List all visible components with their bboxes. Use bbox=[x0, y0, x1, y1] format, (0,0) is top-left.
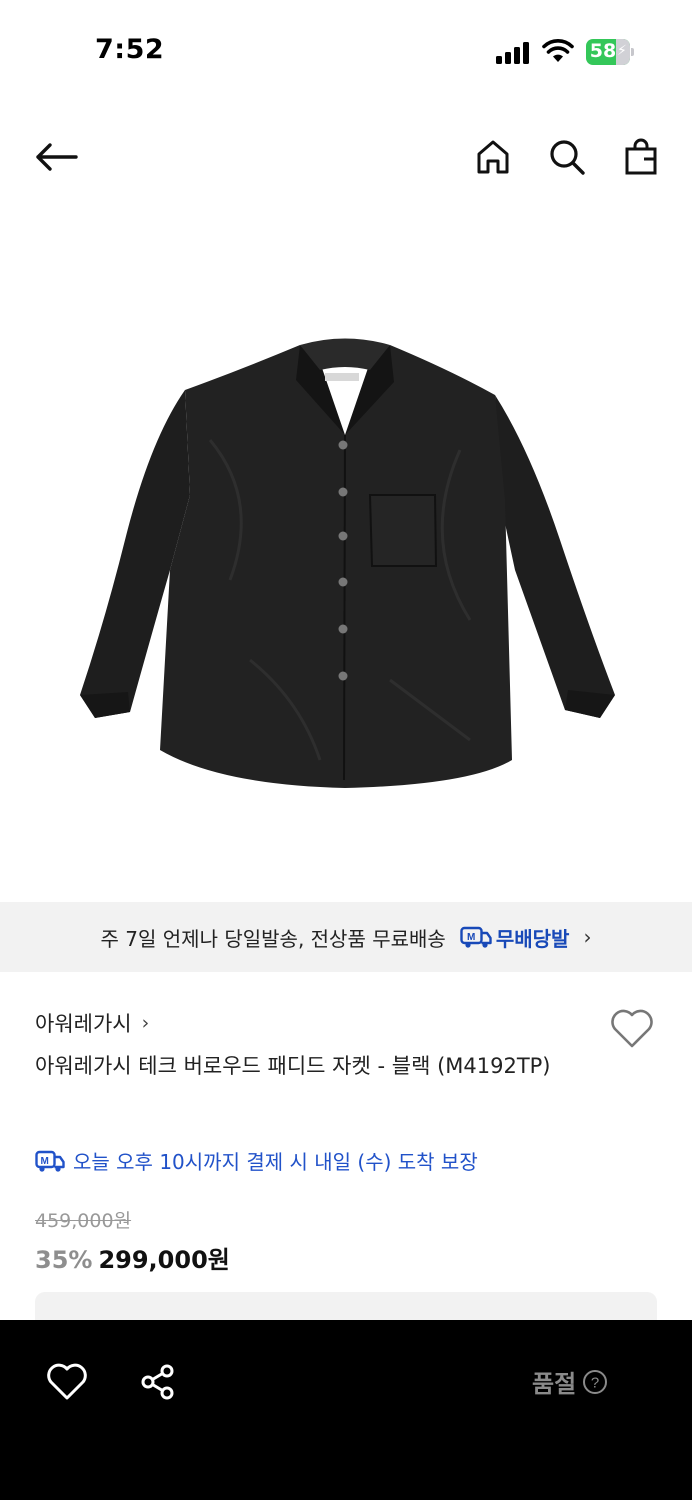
svg-text:M: M bbox=[41, 1156, 49, 1167]
delivery-banner-text: 주 7일 언제나 당일발송, 전상품 무료배송 bbox=[100, 926, 446, 951]
status-bar: 7:52 58 ⚡ bbox=[0, 0, 692, 100]
product-image[interactable] bbox=[0, 240, 692, 880]
shopping-bag-icon bbox=[625, 138, 657, 175]
back-arrow-icon bbox=[36, 143, 78, 171]
heart-outline-icon bbox=[611, 1009, 653, 1048]
product-title: 아워레가시 테크 버로우드 패디드 자켓 - 블랙 (M4192TP) bbox=[35, 1054, 551, 1078]
delivery-badge-label: 무배당발 bbox=[495, 926, 570, 951]
battery-level: 58 bbox=[589, 40, 617, 62]
back-button[interactable] bbox=[32, 133, 80, 181]
wifi-icon bbox=[542, 39, 574, 62]
search-button[interactable] bbox=[543, 133, 591, 181]
brand-link[interactable]: 아워레가시 › bbox=[35, 1008, 149, 1038]
chevron-right-icon: › bbox=[583, 925, 592, 949]
nav-bar bbox=[0, 125, 692, 189]
sale-price: 299,000원 bbox=[98, 1246, 230, 1274]
delivery-truck-icon: M bbox=[460, 926, 492, 948]
bottom-action-bar: 품절 ? bbox=[0, 1320, 692, 1500]
delivery-badge: M 무배당발 bbox=[460, 923, 570, 952]
battery-icon: 58 ⚡ bbox=[586, 39, 634, 65]
delivery-truck-icon: M bbox=[35, 1150, 65, 1172]
arrival-guarantee: M 오늘 오후 10시까지 결제 시 내일 (수) 도착 보장 bbox=[35, 1146, 478, 1175]
wishlist-button[interactable] bbox=[608, 1006, 656, 1050]
heart-outline-icon bbox=[47, 1363, 87, 1400]
soldout-label: 품절 bbox=[532, 1370, 577, 1398]
original-price: 459,000원 bbox=[35, 1210, 132, 1232]
cart-button[interactable] bbox=[617, 133, 665, 181]
jacket-illustration bbox=[80, 338, 615, 788]
price-row: 35% 299,000원 bbox=[35, 1240, 230, 1275]
question-circle-icon[interactable]: ? bbox=[582, 1369, 608, 1395]
delivery-banner[interactable]: 주 7일 언제나 당일발송, 전상품 무료배송 M 무배당발 › bbox=[0, 902, 692, 972]
home-button[interactable] bbox=[469, 133, 517, 181]
status-time: 7:52 bbox=[95, 34, 165, 65]
share-icon bbox=[141, 1364, 174, 1400]
share-button[interactable] bbox=[136, 1360, 180, 1404]
signal-icon bbox=[496, 42, 529, 64]
soldout-button[interactable]: 품절 ? bbox=[532, 1364, 608, 1399]
arrival-text: 오늘 오후 10시까지 결제 시 내일 (수) 도착 보장 bbox=[73, 1150, 478, 1174]
brand-name: 아워레가시 bbox=[35, 1012, 132, 1036]
svg-text:M: M bbox=[467, 932, 475, 943]
svg-text:?: ? bbox=[591, 1374, 599, 1391]
bottom-wishlist-button[interactable] bbox=[45, 1360, 89, 1404]
home-icon bbox=[477, 140, 509, 174]
search-icon bbox=[550, 140, 585, 175]
chevron-right-icon: › bbox=[141, 1012, 150, 1034]
discount-rate: 35% bbox=[35, 1246, 93, 1274]
